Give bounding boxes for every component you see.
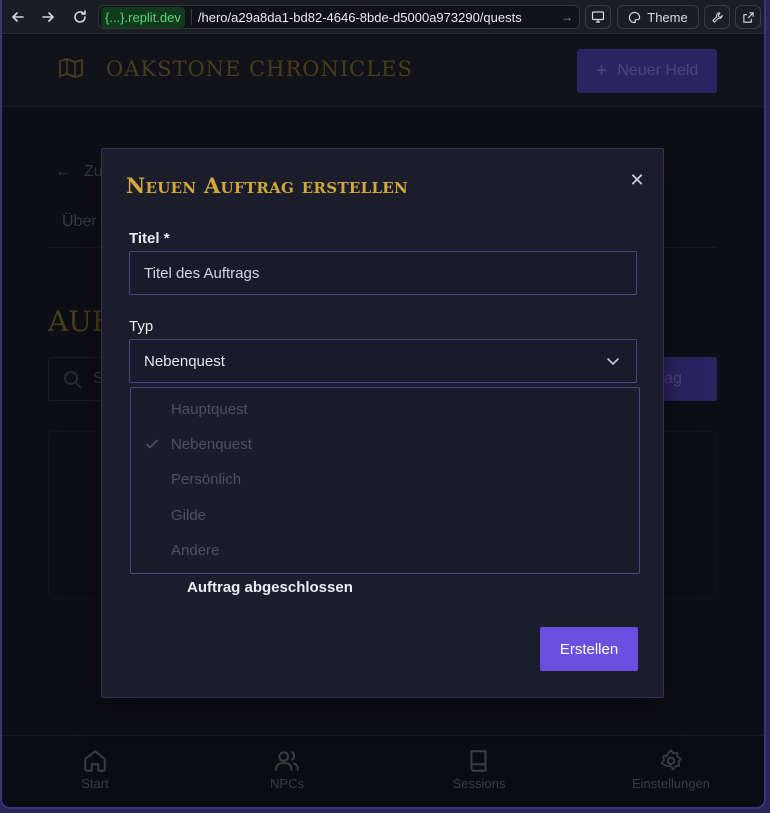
- wrench-icon: [711, 11, 723, 23]
- devices-button[interactable]: [585, 5, 611, 29]
- reload-icon[interactable]: [70, 7, 90, 27]
- open-external-button[interactable]: [735, 5, 761, 29]
- title-label: Titel *: [129, 230, 170, 247]
- external-link-icon: [742, 11, 754, 23]
- check-icon: [146, 439, 158, 449]
- create-button[interactable]: Erstellen: [540, 627, 638, 671]
- back-link-partial[interactable]: Zu: [84, 163, 103, 181]
- type-dropdown: Hauptquest Nebenquest Persönlich Gilde A…: [130, 387, 640, 574]
- back-arrow-icon[interactable]: [8, 7, 28, 27]
- app-brand: OAKSTONE CHRONICLES: [106, 57, 413, 81]
- nav-settings-label: Einstellungen: [631, 776, 711, 791]
- option-hauptquest[interactable]: Hauptquest: [131, 392, 639, 427]
- gear-icon: [660, 749, 682, 771]
- users-icon: [275, 750, 299, 771]
- browser-toolbar: {...}.replit.dev /hero/a29a8da1-bd82-464…: [2, 0, 764, 34]
- back-arrow-icon-bg: ←: [55, 163, 71, 180]
- search-icon: [64, 371, 82, 389]
- option-label: Persönlich: [171, 471, 242, 488]
- url-bar[interactable]: {...}.replit.dev /hero/a29a8da1-bd82-464…: [98, 5, 580, 29]
- option-label: Hauptquest: [171, 401, 248, 418]
- nav-settings[interactable]: Einstellungen: [611, 748, 731, 791]
- nav-npcs-label: NPCs: [270, 776, 304, 791]
- new-hero-label: Neuer Held: [617, 62, 699, 79]
- option-label: Nebenquest: [171, 436, 252, 453]
- option-gilde[interactable]: Gilde: [131, 498, 639, 533]
- url-separator: [190, 9, 192, 25]
- type-select-value: Nebenquest: [144, 352, 225, 370]
- book-icon: [470, 750, 487, 772]
- nav-start[interactable]: Start: [35, 748, 155, 791]
- palette-icon: [629, 11, 641, 23]
- theme-label: Theme: [647, 9, 688, 25]
- nav-sessions[interactable]: Sessions: [419, 748, 539, 791]
- nav-sessions-label: Sessions: [452, 776, 506, 791]
- monitor-icon: [591, 11, 605, 23]
- tab-overview-partial[interactable]: Über: [62, 213, 97, 231]
- forward-arrow-icon[interactable]: [38, 7, 58, 27]
- theme-button[interactable]: Theme: [617, 5, 699, 29]
- create-quest-dialog: Neuen Auftrag erstellen ✕ Titel * Typ Ne…: [101, 148, 664, 698]
- url-path: /hero/a29a8da1-bd82-4646-8bde-d5000a9732…: [197, 9, 522, 25]
- completed-checkbox-label[interactable]: Auftrag abgeschlossen: [187, 579, 353, 596]
- type-label: Typ: [129, 318, 154, 335]
- option-persoenlich[interactable]: Persönlich: [131, 462, 639, 497]
- tools-button[interactable]: [704, 5, 730, 29]
- url-go-icon[interactable]: →: [555, 10, 579, 24]
- new-hero-button[interactable]: + Neuer Held: [577, 49, 717, 93]
- option-nebenquest[interactable]: Nebenquest: [131, 427, 639, 462]
- nav-npcs[interactable]: NPCs: [227, 748, 347, 791]
- map-icon: [59, 58, 83, 78]
- bottom-navigation: Start NPCs Sessions Einstellungen: [2, 735, 764, 807]
- plus-icon: +: [595, 59, 608, 82]
- option-label: Gilde: [171, 507, 207, 524]
- type-select[interactable]: Nebenquest: [129, 339, 637, 383]
- dialog-title: Neuen Auftrag erstellen: [126, 173, 409, 198]
- option-andere[interactable]: Andere: [131, 533, 639, 568]
- window-frame: {...}.replit.dev /hero/a29a8da1-bd82-464…: [0, 0, 766, 809]
- title-input[interactable]: [129, 251, 637, 295]
- app-header: OAKSTONE CHRONICLES + Neuer Held: [2, 35, 764, 107]
- close-icon[interactable]: ✕: [626, 169, 648, 191]
- nav-start-label: Start: [81, 776, 109, 791]
- chevron-down-icon: [607, 358, 619, 366]
- url-host: {...}.replit.dev: [101, 6, 185, 28]
- home-icon: [84, 750, 106, 772]
- option-label: Andere: [171, 542, 220, 559]
- search-input-bg[interactable]: S: [48, 357, 108, 401]
